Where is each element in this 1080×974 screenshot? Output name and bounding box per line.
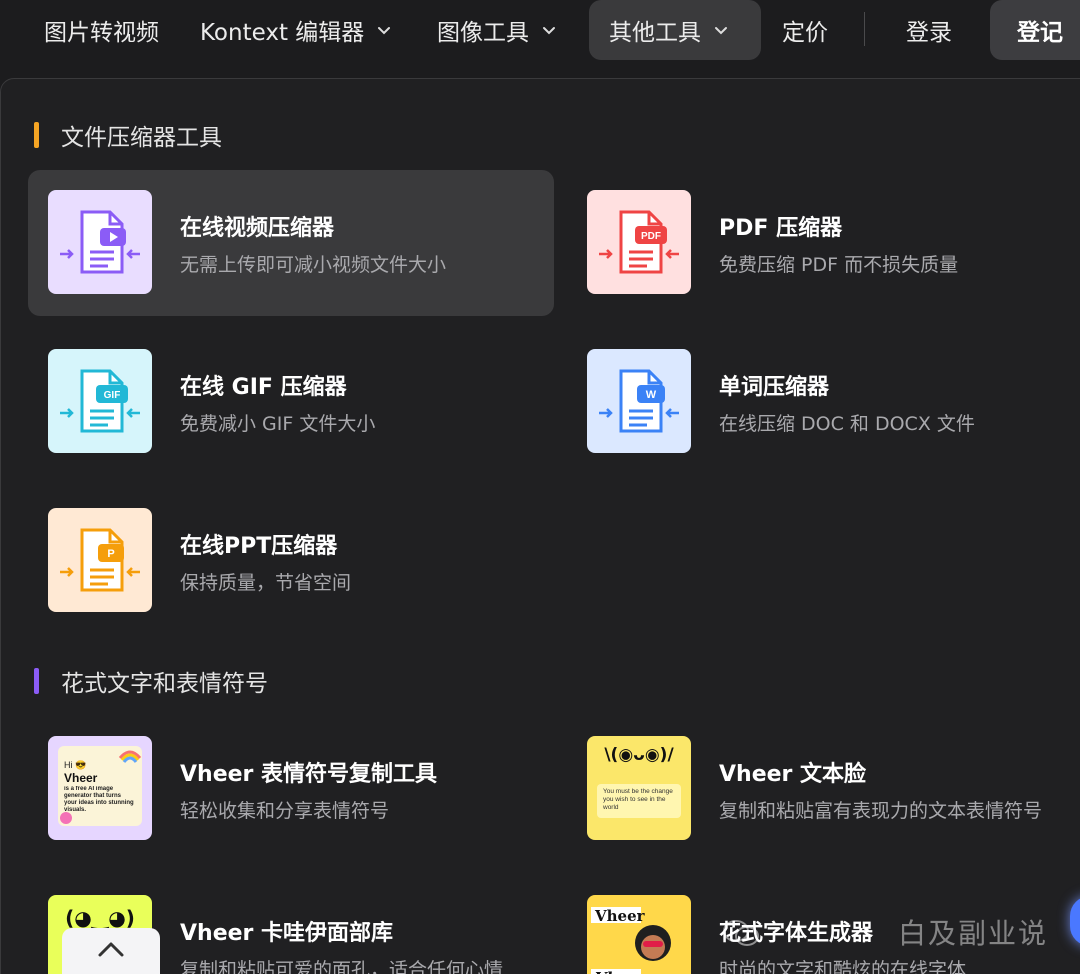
- tool-desc: 复制和粘贴可爱的面孔，适合任何心情: [180, 959, 504, 974]
- tool-pdf-compressor[interactable]: PDF PDF 压缩器 免费压缩 PDF 而不损失质量: [567, 170, 1080, 316]
- tool-name: 在线PPT压缩器: [180, 534, 338, 559]
- tool-name: Vheer 文本脸: [719, 762, 867, 787]
- svg-text:Vheer: Vheer: [594, 907, 646, 925]
- tool-word-compressor[interactable]: W 单词压缩器 在线压缩 DOC 和 DOCX 文件: [567, 329, 1080, 475]
- word-file-icon: W: [587, 349, 691, 453]
- svg-text:W: W: [646, 389, 657, 401]
- tool-desc: 在线压缩 DOC 和 DOCX 文件: [719, 413, 975, 435]
- svg-text:Vheer: Vheer: [64, 771, 98, 785]
- nav-pricing[interactable]: 定价: [782, 0, 828, 60]
- nav-image-to-video[interactable]: 图片转视频: [44, 0, 159, 60]
- chevron-up-icon: [98, 942, 124, 957]
- top-nav: 图片转视频 Kontext 编辑器 图像工具 其他工具 定价 登录 登记: [0, 0, 1080, 62]
- signup-button[interactable]: 登记: [990, 0, 1080, 60]
- svg-text:P: P: [107, 548, 114, 560]
- watermark-text: 白及副业说: [898, 917, 1049, 950]
- pdf-file-icon: PDF: [587, 190, 691, 294]
- ppt-file-icon: P: [48, 508, 152, 612]
- svg-text:\(◉ᴗ◉)/: \(◉ᴗ◉)/: [604, 745, 674, 765]
- tool-text-face[interactable]: \(◉ᴗ◉)/ You must be the change you wish …: [567, 716, 1080, 862]
- svg-text:Vheer: Vheer: [595, 969, 646, 974]
- tool-desc: 保持质量，节省空间: [180, 572, 352, 594]
- gif-file-icon: GIF: [48, 349, 152, 453]
- text-face-thumbnail: \(◉ᴗ◉)/ You must be the change you wish …: [587, 736, 691, 840]
- nav-kontext-editor[interactable]: Kontext 编辑器: [200, 0, 392, 60]
- tool-desc: 时尚的文字和酷炫的在线字体: [719, 959, 967, 974]
- svg-text:(◕‿◕): (◕‿◕): [65, 906, 135, 930]
- tool-desc: 复制和粘贴富有表现力的文本表情符号: [719, 800, 1043, 822]
- tool-name: Vheer 卡哇伊面部库: [180, 921, 394, 946]
- video-file-icon: [48, 190, 152, 294]
- nav-other-tools[interactable]: 其他工具: [589, 0, 761, 60]
- chevron-down-icon: [715, 27, 727, 35]
- scroll-top-button[interactable]: [62, 928, 160, 974]
- section-accent-bar: [34, 122, 39, 148]
- tool-desc: 轻松收集和分享表情符号: [180, 800, 390, 822]
- tool-emoji-copy[interactable]: Hi 😎 Vheer is a free AI image generator …: [28, 716, 554, 862]
- tool-name: 在线 GIF 压缩器: [180, 375, 347, 400]
- tool-gif-compressor[interactable]: GIF 在线 GIF 压缩器 免费减小 GIF 文件大小: [28, 329, 554, 475]
- section-accent-bar: [34, 668, 39, 694]
- tool-video-compressor[interactable]: 在线视频压缩器 无需上传即可减小视频文件大小: [28, 170, 554, 316]
- tool-name: PDF 压缩器: [719, 216, 843, 241]
- svg-text:Hi 😎: Hi 😎: [64, 760, 86, 770]
- nav-image-tools[interactable]: 图像工具: [437, 0, 557, 60]
- wechat-icon: [723, 920, 759, 946]
- tool-desc: 无需上传即可减小视频文件大小: [180, 254, 447, 276]
- tool-desc: 免费减小 GIF 文件大小: [180, 413, 376, 435]
- tool-ppt-compressor[interactable]: P 在线PPT压缩器 保持质量，节省空间: [28, 488, 554, 634]
- tool-name: 在线视频压缩器: [180, 216, 335, 241]
- login-link[interactable]: 登录: [906, 0, 952, 60]
- chevron-down-icon: [378, 27, 391, 35]
- section-title-file-compressor: 文件压缩器工具: [34, 118, 222, 152]
- section-title-fancy-text: 花式文字和表情符号: [34, 664, 268, 698]
- tool-name: Vheer 表情符号复制工具: [180, 762, 438, 787]
- fancy-font-thumbnail: Vheer Vheer: [587, 895, 691, 974]
- tool-name: 单词压缩器: [719, 375, 830, 400]
- chevron-down-icon: [543, 27, 555, 35]
- tool-desc: 免费压缩 PDF 而不损失质量: [719, 254, 959, 276]
- nav-divider: [864, 12, 865, 46]
- svg-text:GIF: GIF: [104, 390, 121, 401]
- emoji-thumbnail: Hi 😎 Vheer is a free AI image generator …: [48, 736, 152, 840]
- svg-text:PDF: PDF: [641, 231, 661, 242]
